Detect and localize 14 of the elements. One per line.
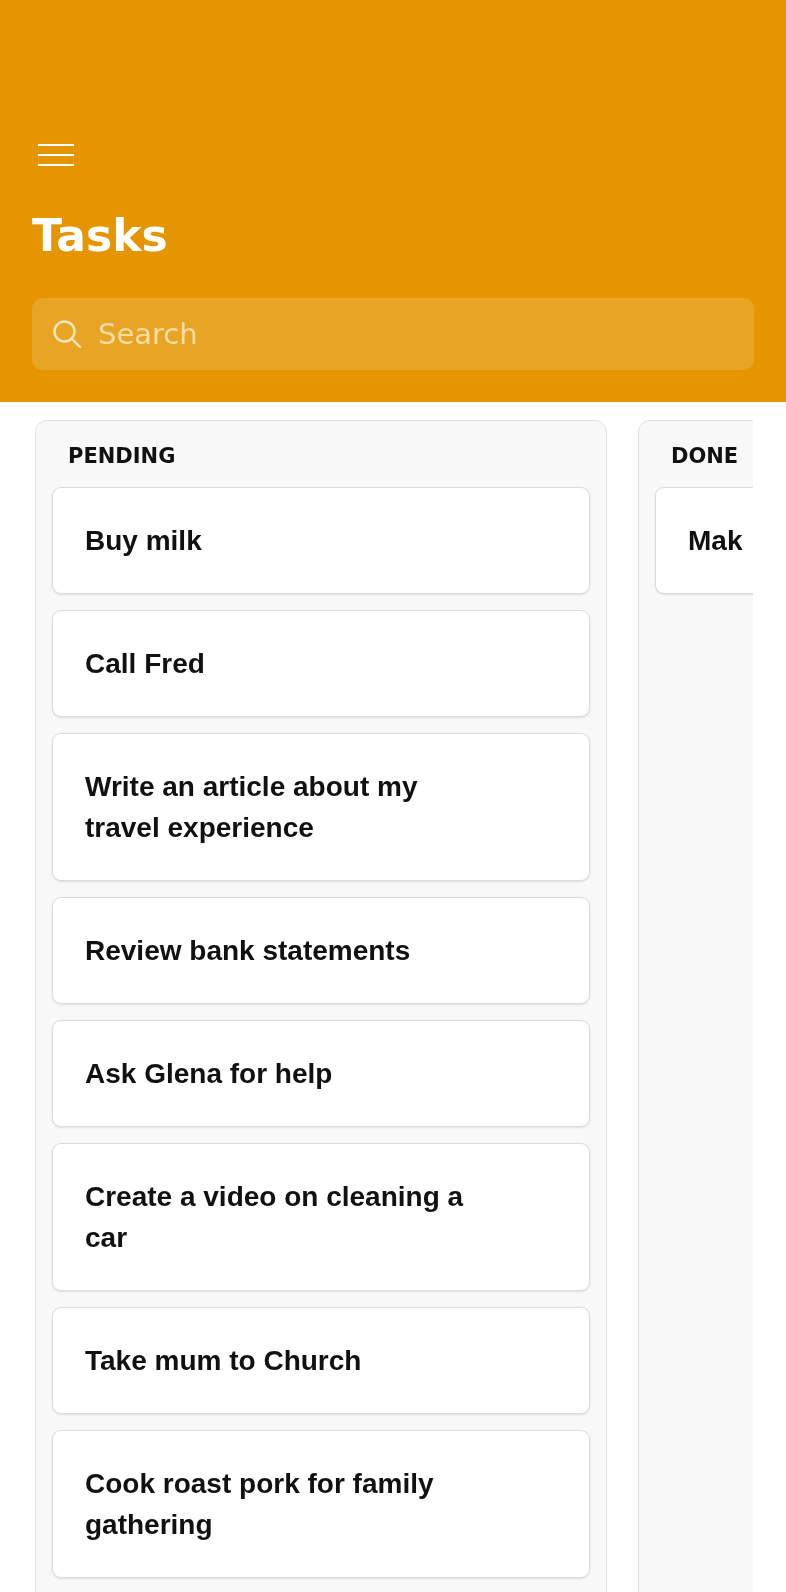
task-card[interactable]: Buy milk [52,487,590,594]
task-card[interactable]: Cook roast pork for family gathering [52,1430,590,1578]
task-card[interactable]: Take mum to Church [52,1307,590,1414]
task-card[interactable]: Write an article about my travel experience [52,733,590,881]
task-card[interactable]: Mak [655,487,753,594]
task-card[interactable]: Review bank statements [52,897,590,1004]
menu-icon[interactable] [38,144,74,166]
search-icon [52,319,82,349]
page-title: Tasks [32,210,169,262]
task-card[interactable]: Create a video on cleaning a car [52,1143,590,1291]
column-title: PENDING [67,443,177,469]
column-title: DONE [670,443,740,469]
task-card[interactable]: Call Fred [52,610,590,717]
task-card[interactable]: Ask Glena for help [52,1020,590,1127]
